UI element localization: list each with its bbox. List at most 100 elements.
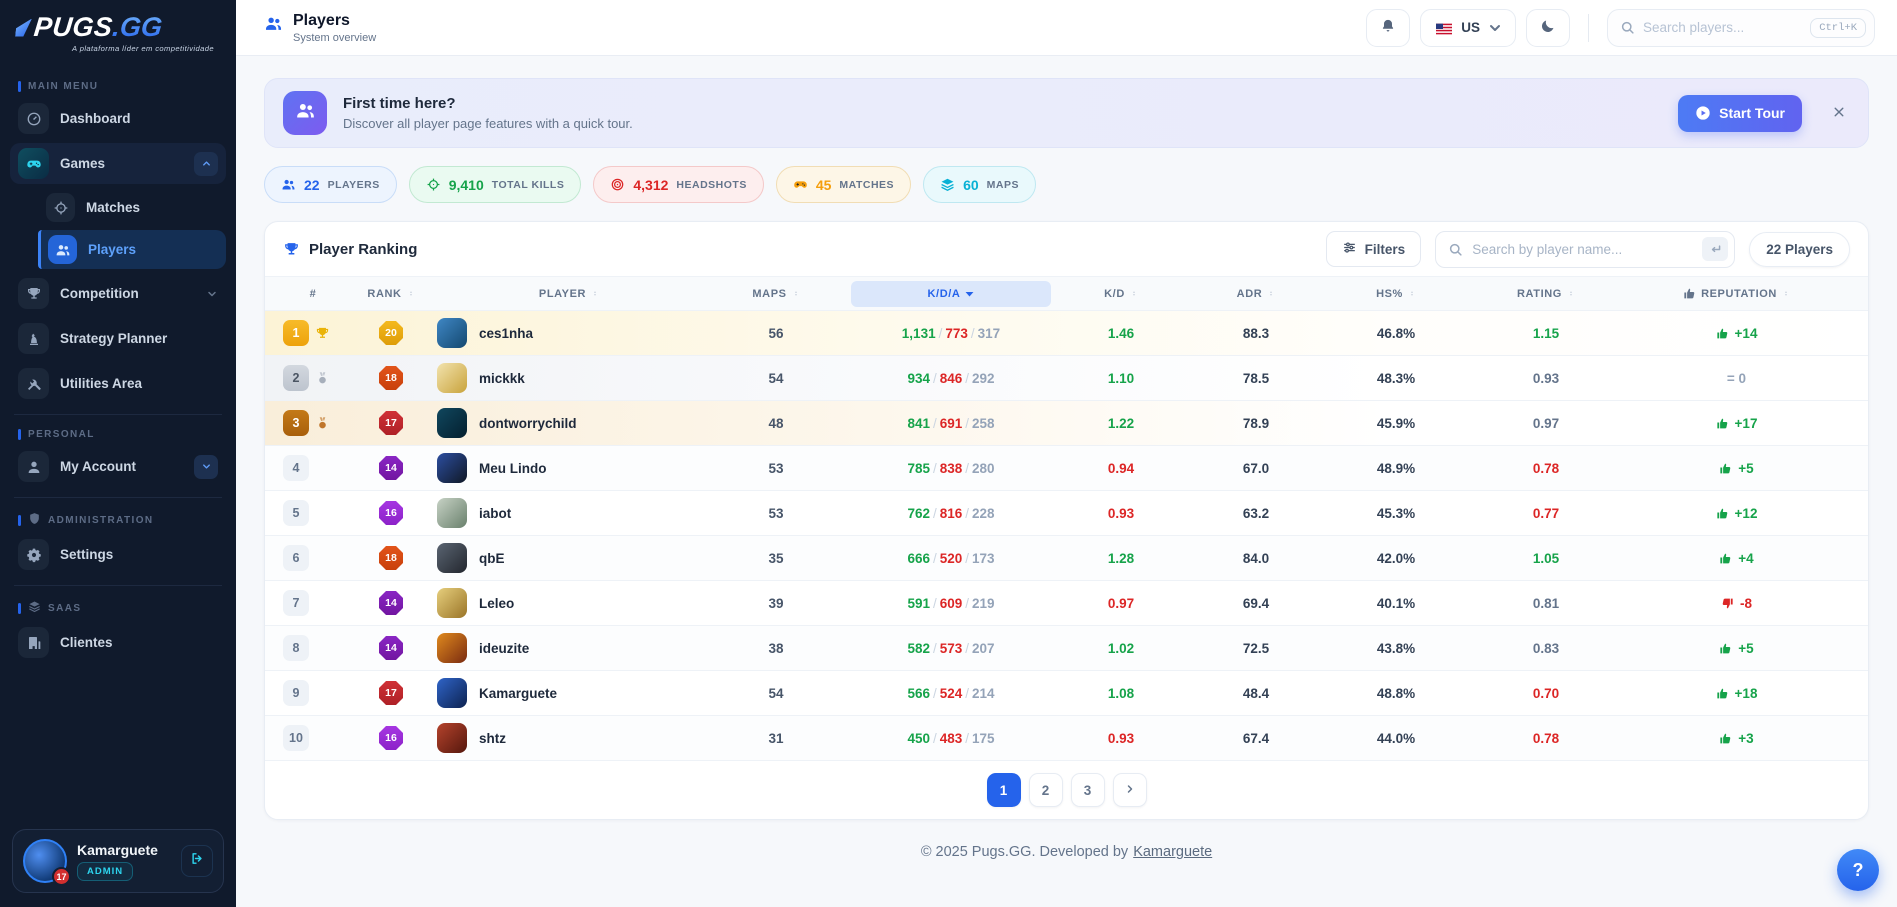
- hs-cell: 44.0%: [1321, 731, 1471, 746]
- kda-separator: /: [965, 596, 969, 611]
- table-row[interactable]: 120ces1nha561,131/773/3171.4688.346.8%1.…: [265, 311, 1868, 356]
- sidebar-item-utilities-area[interactable]: Utilities Area: [10, 363, 226, 404]
- reputation-value: +14: [1716, 326, 1758, 341]
- logout-button[interactable]: [181, 845, 213, 877]
- column-header-reputation[interactable]: REPUTATION: [1621, 281, 1852, 307]
- column-header-maps[interactable]: MAPS: [701, 281, 851, 307]
- column-header-k-d-a[interactable]: K/D/A: [851, 281, 1051, 307]
- table-row[interactable]: 317dontworrychild48841/691/2581.2278.945…: [265, 401, 1868, 446]
- table-row[interactable]: 1016shtz31450/483/1750.9367.444.0%0.78+3: [265, 716, 1868, 761]
- rank-cell: 14: [345, 636, 437, 661]
- reputation-value: +17: [1716, 416, 1758, 431]
- reputation-value: +12: [1716, 506, 1758, 521]
- global-search[interactable]: Ctrl+K: [1607, 9, 1875, 47]
- table-row[interactable]: 618qbE35666/520/1731.2884.042.0%1.05+4: [265, 536, 1868, 581]
- reputation-value: -8: [1721, 596, 1752, 611]
- player-cell[interactable]: ces1nha: [437, 318, 701, 348]
- next-page-button[interactable]: [1113, 773, 1147, 807]
- footer-developer-link[interactable]: Kamarguete: [1133, 844, 1212, 860]
- deaths-value: 691: [940, 416, 963, 431]
- bell-icon: [1380, 18, 1396, 37]
- crosshair-icon: [426, 177, 441, 192]
- language-selector[interactable]: US: [1420, 9, 1516, 47]
- table-row[interactable]: 218mickkk54934/846/2921.1078.548.3%0.93=…: [265, 356, 1868, 401]
- player-cell[interactable]: iabot: [437, 498, 701, 528]
- page-button-1[interactable]: 1: [987, 773, 1021, 807]
- player-name: iabot: [479, 506, 511, 521]
- brand-logo[interactable]: PUGS .GG A plataforma líder em competiti…: [0, 0, 236, 61]
- sidebar-item-competition[interactable]: Competition: [10, 273, 226, 314]
- player-avatar: [437, 588, 467, 618]
- stat-pill-total-kills[interactable]: 9,410TOTAL KILLS: [409, 166, 582, 203]
- player-cell[interactable]: qbE: [437, 543, 701, 573]
- kda-separator: /: [933, 416, 937, 431]
- table-row[interactable]: 917Kamarguete54566/524/2141.0848.448.8%0…: [265, 671, 1868, 716]
- notifications-button[interactable]: [1366, 9, 1410, 47]
- player-cell[interactable]: ideuzite: [437, 633, 701, 663]
- sidebar-item-settings[interactable]: Settings: [10, 534, 226, 575]
- kda-cell: 934/846/292: [851, 371, 1051, 386]
- user-card[interactable]: 17 Kamarguete ADMIN: [12, 829, 224, 893]
- thumbs-up-icon: [1716, 417, 1729, 430]
- table-row[interactable]: 814ideuzite38582/573/2071.0272.543.8%0.8…: [265, 626, 1868, 671]
- sidebar-item-dashboard[interactable]: Dashboard: [10, 98, 226, 139]
- maps-value: 56: [768, 326, 783, 341]
- column-header-adr[interactable]: ADR: [1191, 281, 1321, 307]
- player-name: dontworrychild: [479, 416, 577, 431]
- player-name: ideuzite: [479, 641, 529, 656]
- chevron-down-icon[interactable]: [194, 455, 218, 479]
- sidebar-item-strategy-planner[interactable]: Strategy Planner: [10, 318, 226, 359]
- thumbs-up-icon: [1716, 327, 1729, 340]
- sidebar-item-matches[interactable]: Matches: [38, 188, 226, 227]
- sidebar-item-my-account[interactable]: My Account: [10, 446, 226, 487]
- banner-close-button[interactable]: [1828, 101, 1850, 126]
- column-header-rank[interactable]: RANK: [345, 281, 437, 307]
- column-header-player[interactable]: PLAYER: [437, 281, 701, 307]
- column-header-hs-[interactable]: HS%: [1321, 281, 1471, 307]
- thumbs-up-icon: [1719, 462, 1732, 475]
- dark-mode-toggle[interactable]: [1526, 9, 1570, 47]
- page-button-2[interactable]: 2: [1029, 773, 1063, 807]
- stat-pill-matches[interactable]: 45MATCHES: [776, 166, 911, 203]
- player-search-input[interactable]: [1472, 242, 1693, 257]
- rank-level-badge: 16: [379, 726, 404, 751]
- start-tour-button[interactable]: Start Tour: [1678, 95, 1802, 132]
- position-cell: 5: [281, 500, 345, 526]
- sidebar-item-clientes[interactable]: Clientes: [10, 622, 226, 663]
- stat-pill-maps[interactable]: 60MAPS: [923, 166, 1036, 203]
- reputation-value: +3: [1719, 731, 1753, 746]
- chevron-up-icon[interactable]: [194, 152, 218, 176]
- sidebar-item-games[interactable]: Games: [10, 143, 226, 184]
- player-cell[interactable]: Kamarguete: [437, 678, 701, 708]
- global-search-input[interactable]: [1643, 20, 1802, 35]
- maps-cell: 53: [701, 506, 851, 521]
- sidebar-item-players[interactable]: Players: [38, 230, 226, 269]
- kda-separator: /: [971, 326, 975, 341]
- column-header-rating[interactable]: RATING: [1471, 281, 1621, 307]
- player-cell[interactable]: Leleo: [437, 588, 701, 618]
- column-header-k-d[interactable]: K/D: [1051, 281, 1191, 307]
- player-search[interactable]: [1435, 231, 1735, 268]
- sidebar-item-label: Utilities Area: [60, 376, 218, 391]
- stat-label: MAPS: [987, 179, 1019, 191]
- stat-pill-headshots[interactable]: 4,312HEADSHOTS: [593, 166, 763, 203]
- player-avatar: [437, 453, 467, 483]
- adr-cell: 78.5: [1191, 371, 1321, 386]
- sidebar-item-label: Dashboard: [60, 111, 218, 126]
- player-cell[interactable]: Meu Lindo: [437, 453, 701, 483]
- player-cell[interactable]: dontworrychild: [437, 408, 701, 438]
- help-button[interactable]: ?: [1837, 849, 1879, 891]
- stat-pill-players[interactable]: 22PLAYERS: [264, 166, 397, 203]
- adr-cell: 84.0: [1191, 551, 1321, 566]
- table-row[interactable]: 516iabot53762/816/2280.9363.245.3%0.77+1…: [265, 491, 1868, 536]
- player-cell[interactable]: shtz: [437, 723, 701, 753]
- page-button-3[interactable]: 3: [1071, 773, 1105, 807]
- player-cell[interactable]: mickkk: [437, 363, 701, 393]
- table-row[interactable]: 414Meu Lindo53785/838/2800.9467.048.9%0.…: [265, 446, 1868, 491]
- us-flag-icon: [1433, 21, 1454, 35]
- table-row[interactable]: 714Leleo39591/609/2190.9769.440.1%0.81-8: [265, 581, 1868, 626]
- thumbs-up-icon: [1719, 642, 1732, 655]
- filters-button[interactable]: Filters: [1326, 231, 1422, 267]
- sidebar-section-label: ADMINISTRATION: [18, 512, 218, 528]
- adr-value: 78.9: [1243, 416, 1269, 431]
